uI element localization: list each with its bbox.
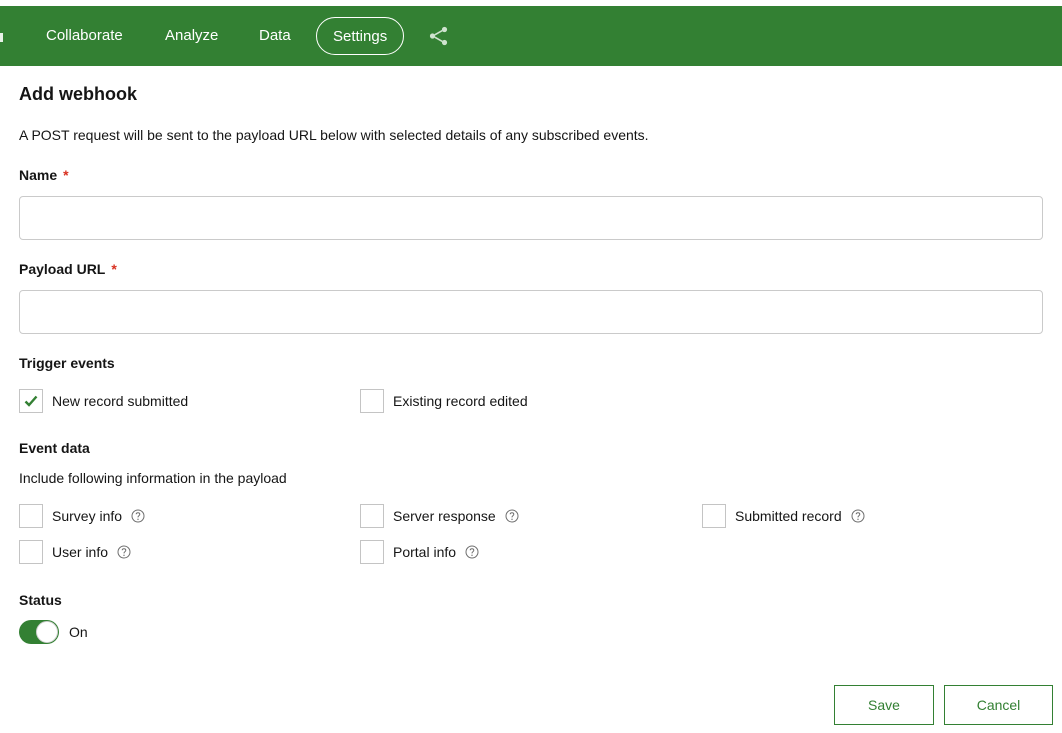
checkbox-label: Submitted record — [735, 508, 842, 524]
name-label-text: Name — [19, 167, 58, 183]
checkbox-label: Survey info — [52, 508, 123, 524]
checkbox-label: Portal info — [393, 544, 457, 560]
checkbox-existing-record-edited[interactable]: Existing record edited — [360, 389, 528, 413]
checkbox-label: Existing record edited — [393, 393, 528, 409]
help-icon[interactable] — [505, 509, 519, 523]
status-label: Status — [19, 592, 62, 608]
help-icon[interactable] — [117, 545, 131, 559]
checkmark-icon — [24, 395, 38, 407]
checkbox-submitted-record[interactable]: Submitted record — [702, 504, 865, 528]
trigger-events-label: Trigger events — [19, 355, 115, 371]
help-icon[interactable] — [465, 545, 479, 559]
checkbox-box[interactable] — [702, 504, 726, 528]
checkbox-label: User info — [52, 544, 109, 560]
nav-item-analyze[interactable]: Analyze — [165, 17, 218, 55]
status-value: On — [69, 624, 88, 640]
name-input[interactable] — [19, 196, 1043, 240]
checkbox-portal-info[interactable]: Portal info — [360, 540, 479, 564]
checkbox-box[interactable] — [360, 540, 384, 564]
nav-item-settings[interactable]: Settings — [316, 17, 405, 55]
page-title: Add webhook — [19, 84, 137, 104]
toggle-knob — [36, 621, 58, 643]
name-required-mark: * — [63, 167, 69, 183]
nav-item-data[interactable]: Data — [259, 17, 291, 55]
payload-url-required-mark: * — [111, 261, 117, 277]
nav-item-collaborate[interactable]: Collaborate — [46, 17, 123, 55]
checkbox-box[interactable] — [360, 504, 384, 528]
checkbox-server-response[interactable]: Server response — [360, 504, 519, 528]
checkbox-box[interactable] — [19, 389, 43, 413]
help-icon[interactable] — [851, 509, 865, 523]
name-label: Name * — [19, 167, 69, 183]
event-data-label: Event data — [19, 440, 90, 456]
event-data-description: Include following information in the pay… — [19, 470, 287, 486]
save-button[interactable]: Save — [834, 685, 934, 725]
checkbox-label: Server response — [393, 508, 496, 524]
checkbox-survey-info[interactable]: Survey info — [19, 504, 145, 528]
share-icon[interactable] — [428, 26, 450, 46]
cancel-button[interactable]: Cancel — [944, 685, 1053, 725]
checkbox-box[interactable] — [19, 504, 43, 528]
checkbox-user-info[interactable]: User info — [19, 540, 131, 564]
payload-url-label: Payload URL * — [19, 261, 117, 277]
page-description: A POST request will be sent to the paylo… — [19, 127, 649, 143]
checkbox-new-record-submitted[interactable]: New record submitted — [19, 389, 188, 413]
checkbox-box[interactable] — [360, 389, 384, 413]
checkbox-label: New record submitted — [52, 393, 189, 409]
payload-url-label-text: Payload URL — [19, 261, 106, 277]
help-icon[interactable] — [131, 509, 145, 523]
nav-item-cut-off[interactable] — [0, 33, 3, 42]
checkbox-box[interactable] — [19, 540, 43, 564]
top-nav-bar: Collaborate Analyze Data Settings — [0, 6, 1062, 66]
payload-url-input[interactable] — [19, 290, 1043, 334]
status-toggle[interactable] — [19, 620, 59, 644]
